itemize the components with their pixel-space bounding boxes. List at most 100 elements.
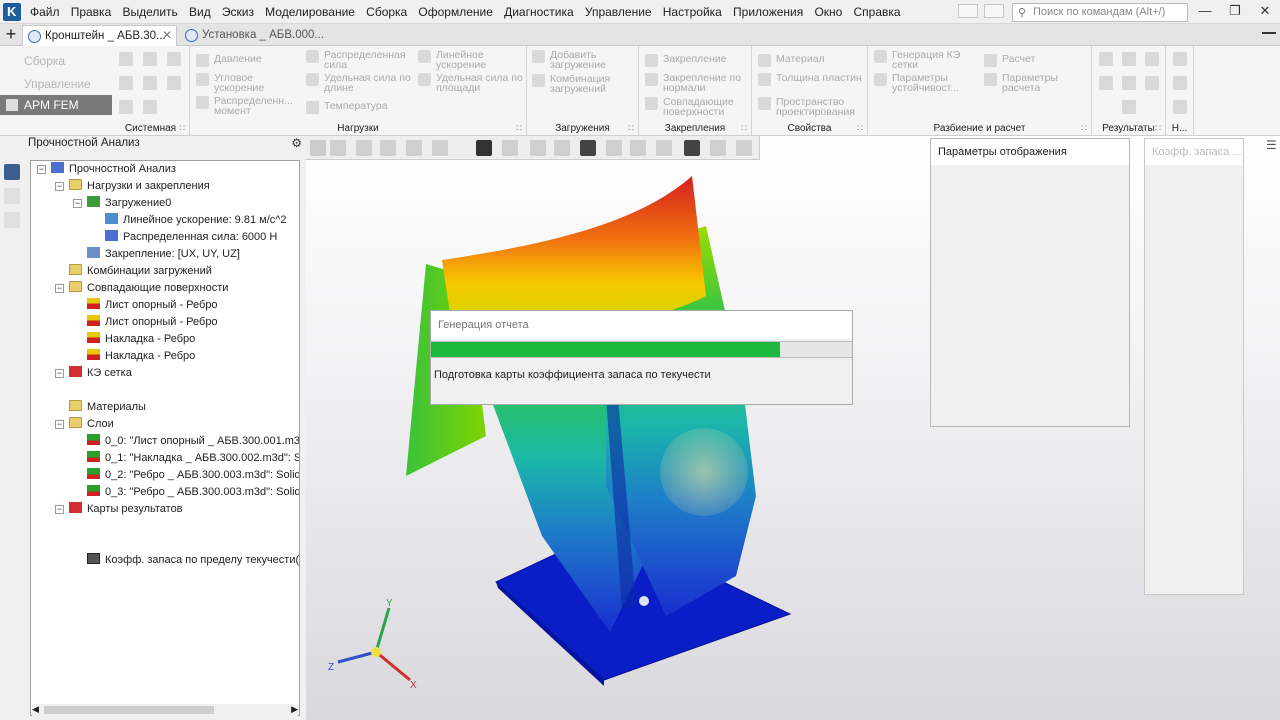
tree-node-combinations[interactable]: Комбинации загружений: [69, 263, 212, 280]
tree-node-contact[interactable]: Накладка - Ребро: [87, 331, 195, 348]
help-icon[interactable]: [1173, 100, 1187, 114]
undo-icon[interactable]: [119, 100, 133, 114]
group-expand-icon[interactable]: ∷: [1155, 123, 1161, 134]
collapse-toggle-icon[interactable]: −: [37, 165, 46, 174]
menu-file[interactable]: Файл: [30, 5, 60, 19]
tree-node-contact[interactable]: Лист опорный - Ребро: [87, 297, 218, 314]
group-expand-icon[interactable]: ∷: [857, 123, 863, 134]
tree-node-layer[interactable]: 0_0: "Лист опорный _ АБВ.300.001.m3d": [87, 433, 299, 450]
tab-bracket[interactable]: Кронштейн _ АБВ.30... ✕: [22, 25, 177, 46]
group-expand-icon[interactable]: ∷: [741, 123, 747, 134]
group-expand-icon[interactable]: ∷: [1081, 123, 1087, 134]
tree-node-layer[interactable]: 0_2: "Ребро _ АБВ.300.003.m3d": Solid: [87, 467, 299, 484]
tree-node-safety-map[interactable]: Коэфф. запаса по пределу текучести(: [87, 552, 299, 569]
app-item-manage[interactable]: Управление: [24, 77, 91, 91]
collapse-toggle-icon[interactable]: −: [55, 369, 64, 378]
menu-edit[interactable]: Правка: [71, 5, 112, 19]
panel-collapse-icon[interactable]: ☰: [1266, 138, 1280, 158]
result-section-icon[interactable]: [1122, 76, 1136, 90]
menu-view[interactable]: Вид: [189, 5, 211, 19]
tree-node-layers[interactable]: Слои: [69, 416, 114, 433]
print-icon[interactable]: [119, 76, 133, 90]
angular-accel-button[interactable]: Угловое ускорение: [196, 73, 306, 93]
result-map-icon[interactable]: [1099, 52, 1113, 66]
tree-node-contact[interactable]: Лист опорный - Ребро: [87, 314, 218, 331]
result-export-icon[interactable]: [1145, 76, 1159, 90]
menu-select[interactable]: Выделить: [122, 5, 177, 19]
result-report-icon[interactable]: [1145, 52, 1159, 66]
plate-thickness-button[interactable]: Толщина пластин: [758, 73, 866, 86]
tree-node-materials[interactable]: Материалы: [69, 399, 146, 416]
coincident-surfaces-button[interactable]: Совпадающие поверхности: [645, 97, 750, 117]
close-icon[interactable]: ✕: [1250, 0, 1280, 22]
stability-params-button[interactable]: Параметры устойчивост...: [874, 73, 979, 93]
result-animate-icon[interactable]: [1099, 76, 1113, 90]
result-scale-icon[interactable]: [1122, 100, 1136, 114]
menu-window[interactable]: Окно: [814, 5, 842, 19]
group-expand-icon[interactable]: ∷: [179, 123, 185, 134]
force-per-length-button[interactable]: Удельная сила по длине: [306, 73, 414, 93]
menu-diagnostics[interactable]: Диагностика: [504, 5, 574, 19]
menu-apps[interactable]: Приложения: [733, 5, 803, 19]
pressure-button[interactable]: Давление: [196, 54, 262, 67]
distributed-force-button[interactable]: Распределенная сила: [306, 50, 414, 70]
doc-icon[interactable]: [1173, 52, 1187, 66]
quick-button[interactable]: [984, 4, 1004, 18]
tab-installation[interactable]: Установка _ АБВ.000...: [180, 25, 324, 46]
collapse-icon[interactable]: [1262, 32, 1276, 34]
material-button[interactable]: Материал: [758, 54, 825, 67]
tree-view-icon[interactable]: [4, 164, 20, 180]
tree-node-results[interactable]: Карты результатов: [69, 501, 183, 518]
close-tab-icon[interactable]: ✕: [162, 28, 172, 42]
gear-icon[interactable]: ⚙: [291, 136, 302, 150]
normal-constraint-button[interactable]: Закрепление по нормали: [645, 73, 750, 93]
menu-design[interactable]: Оформление: [418, 5, 492, 19]
tree-node-layer[interactable]: 0_3: "Ребро _ АБВ.300.003.m3d": Solid: [87, 484, 299, 501]
group-expand-icon[interactable]: ∷: [628, 123, 634, 134]
menu-sketch[interactable]: Эскиз: [222, 5, 254, 19]
cut-icon[interactable]: [143, 76, 157, 90]
collapse-toggle-icon[interactable]: −: [55, 284, 64, 293]
calculate-button[interactable]: Расчет: [984, 54, 1035, 67]
app-item-apm-fem[interactable]: APM FEM: [0, 95, 112, 115]
save-icon[interactable]: [167, 52, 181, 66]
calc-params-button[interactable]: Параметры расчета: [984, 73, 1084, 93]
copy-icon[interactable]: [167, 76, 181, 90]
tree-node-coincident[interactable]: Совпадающие поверхности: [69, 280, 228, 297]
load-combination-button[interactable]: Комбинация загружений: [532, 74, 636, 94]
3d-viewport[interactable]: Y X Z Параметры отображения Коэфф. запас…: [306, 136, 1280, 720]
redo-icon[interactable]: [143, 100, 157, 114]
menu-settings[interactable]: Настройка: [663, 5, 722, 19]
layers-icon[interactable]: [4, 212, 20, 228]
command-search-input[interactable]: ⚲ Поиск по командам (Alt+/): [1012, 3, 1188, 22]
tree-node-contact[interactable]: Накладка - Ребро: [87, 348, 195, 365]
distributed-moment-button[interactable]: Распределенн... момент: [196, 96, 306, 116]
menu-assembly[interactable]: Сборка: [366, 5, 407, 19]
collapse-toggle-icon[interactable]: −: [55, 182, 64, 191]
group-expand-icon[interactable]: ∷: [516, 123, 522, 134]
constraint-button[interactable]: Закрепление: [645, 54, 727, 67]
scroll-left-icon[interactable]: ◀: [32, 704, 39, 715]
force-per-area-button[interactable]: Удельная сила по площади: [418, 73, 524, 93]
scroll-right-icon[interactable]: ▶: [291, 704, 298, 715]
menu-modeling[interactable]: Моделирование: [265, 5, 355, 19]
tree-node-dist-force[interactable]: Распределенная сила: 6000 Н: [105, 229, 277, 246]
collapse-toggle-icon[interactable]: −: [55, 420, 64, 429]
app-item-assembly[interactable]: Сборка: [24, 54, 65, 68]
temperature-button[interactable]: Температура: [306, 101, 388, 114]
tree-node-layer[interactable]: 0_1: "Накладка _ АБВ.300.002.m3d": Solid: [87, 450, 299, 467]
add-loadcase-button[interactable]: Добавить загружение: [532, 50, 636, 70]
collapse-toggle-icon[interactable]: −: [73, 199, 82, 208]
minimize-icon[interactable]: —: [1190, 0, 1220, 22]
generate-mesh-button[interactable]: Генерация КЭ сетки: [874, 50, 979, 70]
open-icon[interactable]: [143, 52, 157, 66]
quick-button[interactable]: [958, 4, 978, 18]
tree-node-root[interactable]: Прочностной Анализ: [51, 161, 176, 178]
variables-icon[interactable]: [4, 188, 20, 204]
tree-node-loadcase[interactable]: Загружение0: [87, 195, 171, 212]
tree-node-loads[interactable]: Нагрузки и закрепления: [69, 178, 210, 195]
list-icon[interactable]: [1173, 76, 1187, 90]
tree-node-constraint[interactable]: Закрепление: [UX, UY, UZ]: [87, 246, 240, 263]
linear-accel-button[interactable]: Линейное ускорение: [418, 50, 524, 70]
collapse-toggle-icon[interactable]: −: [55, 505, 64, 514]
